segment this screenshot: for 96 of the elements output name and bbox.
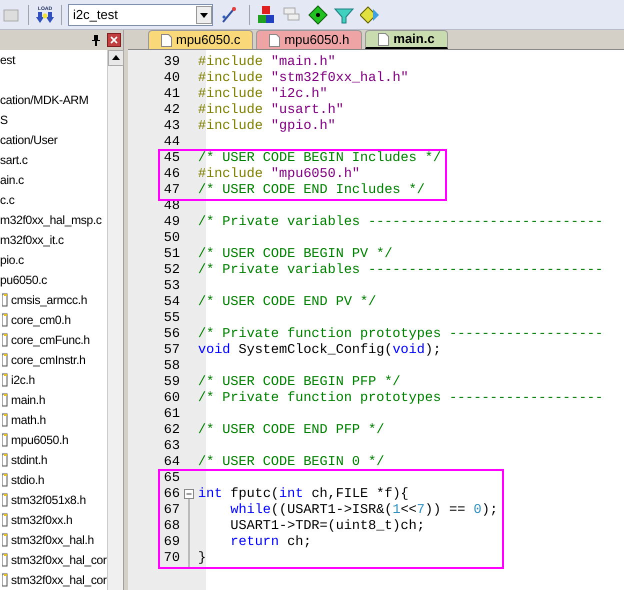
code-line: /* USER CODE END PV */ bbox=[198, 295, 376, 311]
file-tab[interactable]: main.c bbox=[365, 30, 448, 49]
tree-item-label[interactable]: cation/MDK-ARM bbox=[0, 91, 88, 109]
line-number: 64 bbox=[162, 455, 180, 471]
tree-item-label[interactable]: stm32f0xx_hal_cor bbox=[11, 571, 107, 589]
code-line: /* Private function prototypes ------------------- bbox=[198, 391, 604, 407]
tree-item-label[interactable]: cmsis_armcc.h bbox=[11, 291, 88, 309]
line-number: 63 bbox=[162, 439, 180, 455]
line-number: 65 bbox=[162, 471, 180, 487]
tree-item-label[interactable]: m32f0xx_hal_msp.c bbox=[0, 211, 102, 229]
line-number: 58 bbox=[162, 359, 180, 375]
tree-item-label[interactable]: m32f0xx_it.c bbox=[0, 231, 64, 249]
code-line: } bbox=[198, 551, 206, 567]
line-number: 50 bbox=[162, 231, 180, 247]
file-tab[interactable]: mpu6050.c bbox=[148, 30, 254, 49]
line-number: 69 bbox=[162, 535, 180, 551]
code-line: /* Private variables ----------------------------- bbox=[198, 215, 604, 231]
line-number: 47 bbox=[162, 183, 180, 199]
tree-item-label[interactable]: S bbox=[0, 111, 8, 129]
line-number: 45 bbox=[162, 151, 180, 167]
code-line: /* USER CODE END PFP */ bbox=[198, 423, 384, 439]
line-number: 61 bbox=[162, 407, 180, 423]
line-number: 59 bbox=[162, 375, 180, 391]
tree-item-label[interactable]: mpu6050.h bbox=[11, 431, 68, 449]
line-number: 40 bbox=[162, 71, 180, 87]
line-number: 43 bbox=[162, 119, 180, 135]
code-line: int fputc(int ch,FILE *f){ bbox=[198, 487, 409, 503]
tree-item-label[interactable]: stm32f0xx_hal.h bbox=[11, 531, 94, 549]
tree-item-label[interactable]: cation/User bbox=[0, 131, 58, 149]
code-line: /* USER CODE END Includes */ bbox=[198, 183, 425, 199]
fold-collapse-icon[interactable] bbox=[184, 487, 194, 503]
tree-item-label[interactable]: math.h bbox=[11, 411, 46, 429]
code-line: #include "stm32f0xx_hal.h" bbox=[198, 71, 409, 87]
tree-item-label[interactable]: ain.c bbox=[0, 171, 24, 189]
line-number: 41 bbox=[162, 87, 180, 103]
close-icon[interactable] bbox=[107, 33, 121, 47]
pin-icon[interactable] bbox=[91, 34, 101, 46]
file-icon bbox=[161, 34, 172, 46]
line-number: 51 bbox=[162, 247, 180, 263]
code-line: #include "usart.h" bbox=[198, 103, 344, 119]
scroll-up-icon[interactable] bbox=[108, 50, 124, 66]
code-line: /* USER CODE BEGIN 0 */ bbox=[198, 455, 384, 471]
line-number: 49 bbox=[162, 215, 180, 231]
line-number: 62 bbox=[162, 423, 180, 439]
tree-item-label[interactable]: core_cmInstr.h bbox=[11, 351, 86, 369]
tree-item-label[interactable]: pu6050.c bbox=[0, 271, 47, 289]
code-line: #include "gpio.h" bbox=[198, 119, 336, 135]
line-number: 42 bbox=[162, 103, 180, 119]
tree-item-label[interactable]: core_cmFunc.h bbox=[11, 331, 90, 349]
tree-item-label[interactable]: stdio.h bbox=[11, 471, 44, 489]
tree-item-label[interactable]: main.h bbox=[11, 391, 46, 409]
line-number: 66 bbox=[162, 487, 180, 503]
tree-item-label[interactable]: core_cm0.h bbox=[11, 311, 71, 329]
line-number: 68 bbox=[162, 519, 180, 535]
file-icon bbox=[269, 34, 280, 46]
code-line: /* USER CODE BEGIN Includes */ bbox=[198, 151, 442, 167]
line-number: 54 bbox=[162, 295, 180, 311]
code-line: while((USART1->ISR&(1<<7)) == 0); bbox=[229, 503, 498, 519]
code-line: /* USER CODE BEGIN PV */ bbox=[198, 247, 392, 263]
line-number: 53 bbox=[162, 279, 180, 295]
code-line: #include "i2c.h" bbox=[198, 87, 328, 103]
line-number: 56 bbox=[162, 327, 180, 343]
tree-item-label[interactable]: stm32f0xx.h bbox=[11, 511, 72, 529]
scrollbar[interactable] bbox=[107, 50, 123, 590]
tree-item-label[interactable]: est bbox=[0, 51, 16, 69]
tree-item-label[interactable]: i2c.h bbox=[11, 371, 35, 389]
diamond-icon[interactable] bbox=[308, 4, 328, 24]
code-line: USART1->TDR=(uint8_t)ch; bbox=[229, 519, 425, 535]
code-line: return ch; bbox=[229, 535, 312, 551]
line-number: 44 bbox=[162, 135, 180, 151]
target-dropdown[interactable]: i2c_test bbox=[68, 4, 213, 26]
line-number: 70 bbox=[162, 551, 180, 567]
tree-item-label[interactable]: c.c bbox=[0, 191, 14, 209]
file-tab[interactable]: mpu6050.h bbox=[256, 30, 362, 49]
tree-item-label[interactable]: sart.c bbox=[0, 151, 28, 169]
code-line: #include "main.h" bbox=[198, 55, 336, 71]
line-number: 46 bbox=[162, 167, 180, 183]
diamond-layers-icon[interactable] bbox=[360, 4, 380, 24]
tree-item-label[interactable]: pio.c bbox=[0, 251, 24, 269]
colored-blocks-icon[interactable] bbox=[256, 4, 276, 24]
line-number: 52 bbox=[162, 263, 180, 279]
line-number: 39 bbox=[162, 55, 180, 71]
tree-item-label[interactable]: stm32f051x8.h bbox=[11, 491, 86, 509]
line-number: 55 bbox=[162, 311, 180, 327]
line-number: 60 bbox=[162, 391, 180, 407]
code-line: #include "mpu6050.h" bbox=[198, 167, 360, 183]
tree-item-label[interactable]: stm32f0xx_hal_cor bbox=[11, 551, 107, 569]
tree-item-label[interactable]: stdint.h bbox=[11, 451, 48, 469]
line-number: 67 bbox=[162, 503, 180, 519]
code-line: /* USER CODE BEGIN PFP */ bbox=[198, 375, 401, 391]
code-line: /* Private variables ----------------------------- bbox=[198, 263, 604, 279]
line-number: 57 bbox=[162, 343, 180, 359]
down-arrows-icon bbox=[36, 12, 54, 24]
file-icon bbox=[378, 32, 390, 46]
code-line: void SystemClock_Config(void); bbox=[198, 343, 442, 359]
code-line: /* Private function prototypes ------------------- bbox=[198, 327, 604, 343]
